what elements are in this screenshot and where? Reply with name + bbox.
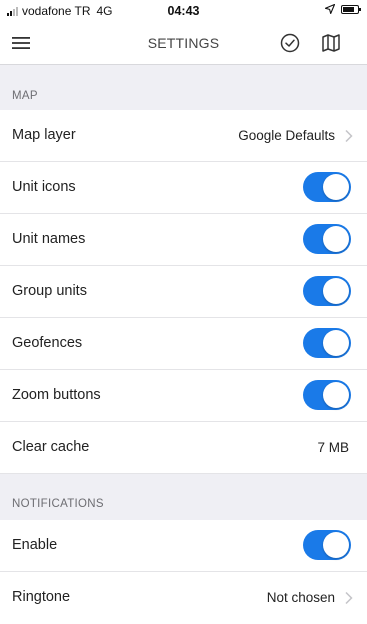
setting-label: Map layer xyxy=(12,127,76,143)
setting-value: Google Defaults xyxy=(238,128,335,143)
setting-label: Unit icons xyxy=(12,179,76,195)
setting-row-clear-cache[interactable]: Clear cache 7 MB xyxy=(0,422,367,474)
nav-bar: SETTINGS xyxy=(0,22,367,65)
chevron-right-icon xyxy=(345,129,353,143)
section-header-map: MAP xyxy=(0,66,367,110)
chevron-right-icon xyxy=(345,591,353,605)
setting-row-geofences: Geofences xyxy=(0,318,367,370)
setting-label: Enable xyxy=(12,537,58,553)
setting-row-map-layer[interactable]: Map layer Google Defaults xyxy=(0,110,367,162)
location-arrow-icon xyxy=(325,4,335,14)
setting-label: Ringtone xyxy=(12,589,71,605)
enable-notifications-toggle[interactable] xyxy=(303,530,351,560)
setting-label: Group units xyxy=(12,283,87,299)
geofences-toggle[interactable] xyxy=(303,328,351,358)
status-bar: vodafone TR 4G 04:43 xyxy=(0,0,367,22)
setting-label: Clear cache xyxy=(12,439,90,455)
group-units-toggle[interactable] xyxy=(303,276,351,306)
battery-icon xyxy=(341,4,361,14)
section-header-notifications: NOTIFICATIONS xyxy=(0,474,367,518)
setting-label: Zoom buttons xyxy=(12,387,101,403)
setting-row-enable: Enable xyxy=(0,520,367,572)
setting-row-unit-icons: Unit icons xyxy=(0,162,367,214)
status-time: 04:43 xyxy=(167,4,200,18)
setting-row-group-units: Group units xyxy=(0,266,367,318)
setting-row-ringtone[interactable]: Ringtone Not chosen xyxy=(0,572,367,624)
cache-size-value: 7 MB xyxy=(317,440,349,455)
setting-row-zoom-buttons: Zoom buttons xyxy=(0,370,367,422)
zoom-buttons-toggle[interactable] xyxy=(303,380,351,410)
check-circle-icon[interactable] xyxy=(279,32,301,54)
section-header-label: MAP xyxy=(12,90,38,102)
setting-label: Unit names xyxy=(12,231,86,247)
status-right xyxy=(325,4,361,14)
unit-icons-toggle[interactable] xyxy=(303,172,351,202)
page-title: SETTINGS xyxy=(147,35,220,51)
setting-value: Not chosen xyxy=(266,590,335,605)
unit-names-toggle[interactable] xyxy=(303,224,351,254)
setting-row-unit-names: Unit names xyxy=(0,214,367,266)
section-header-label: NOTIFICATIONS xyxy=(12,498,104,510)
setting-label: Geofences xyxy=(12,335,83,351)
map-icon[interactable] xyxy=(320,32,342,54)
